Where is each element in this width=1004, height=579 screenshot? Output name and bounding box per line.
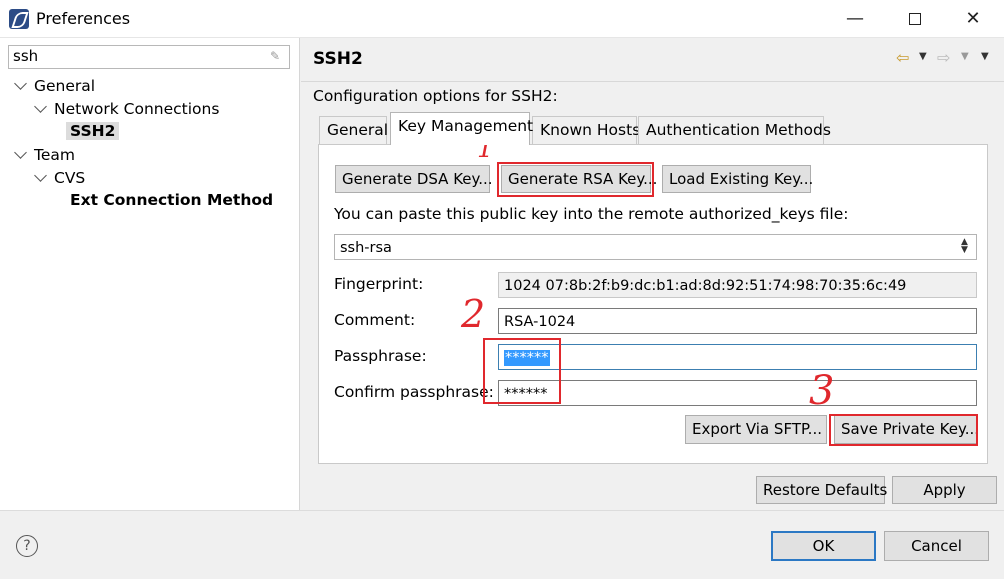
tree-item-team[interactable]: Team — [14, 146, 75, 164]
passphrase-label: Passphrase: — [334, 347, 427, 365]
preferences-tree-pane: ssh ✎ General Network Connections SSH2 T… — [0, 38, 300, 510]
chevron-down-icon[interactable] — [34, 100, 47, 113]
fingerprint-field: 1024 07:8b:2f:b9:dc:b1:ad:8d:92:51:74:98… — [498, 272, 977, 298]
annotation-mark-2: 2 — [461, 292, 486, 336]
passphrase-field[interactable]: ****** — [498, 344, 977, 370]
fingerprint-label: Fingerprint: — [334, 275, 424, 293]
annotation-mark-3: 3 — [809, 368, 835, 414]
chevron-down-icon[interactable] — [14, 77, 27, 90]
tree-item-cvs[interactable]: CVS — [34, 169, 85, 187]
title-bar: Preferences — ✕ — [0, 0, 1004, 38]
chevron-down-icon[interactable] — [34, 169, 47, 182]
forward-arrow-icon[interactable]: ⇨ — [937, 48, 950, 67]
chevron-down-icon[interactable] — [14, 146, 27, 159]
tab-known-hosts[interactable]: Known Hosts — [532, 116, 640, 144]
annotation-box-generate-rsa — [497, 162, 654, 197]
maximize-button[interactable] — [890, 0, 940, 38]
ok-button[interactable]: OK — [771, 531, 876, 561]
minimize-button[interactable]: — — [830, 0, 880, 38]
generate-dsa-key-button[interactable]: Generate DSA Key... — [335, 165, 493, 193]
annotation-box-passphrase — [483, 338, 561, 404]
comment-label: Comment: — [334, 311, 416, 329]
back-arrow-icon[interactable]: ⇦ — [896, 48, 909, 67]
tab-key-management[interactable]: Key Management — [390, 112, 533, 145]
tree-item-general[interactable]: General — [14, 77, 95, 95]
page-title: SSH2 — [313, 49, 363, 69]
tree-item-ssh2[interactable]: SSH2 — [66, 122, 120, 140]
eclipse-app-icon — [9, 9, 29, 29]
page-header: SSH2 ⇦ ▼ ⇨ ▼ ▼ — [301, 38, 1004, 82]
scroll-updown-icon[interactable]: ▲ ▼ — [961, 238, 968, 255]
load-existing-key-button[interactable]: Load Existing Key... — [662, 165, 813, 193]
public-key-hint: You can paste this public key into the r… — [334, 205, 849, 223]
tab-authentication-methods[interactable]: Authentication Methods — [638, 116, 831, 144]
restore-defaults-button[interactable]: Restore Defaults — [756, 476, 887, 504]
filter-input[interactable]: ssh — [8, 45, 290, 69]
tree-item-ext-connection-method[interactable]: Ext Connection Method — [70, 191, 273, 209]
comment-field[interactable]: RSA-1024 — [498, 308, 977, 334]
tab-general[interactable]: General — [319, 116, 388, 144]
forward-history-dropdown-icon[interactable]: ▼ — [961, 51, 969, 62]
maximize-icon — [909, 13, 921, 25]
confirm-passphrase-field[interactable]: ****** — [498, 380, 977, 406]
close-button[interactable]: ✕ — [948, 0, 998, 38]
clear-filter-icon[interactable]: ✎ — [270, 49, 284, 63]
back-history-dropdown-icon[interactable]: ▼ — [919, 51, 927, 62]
public-key-textarea[interactable]: ssh-rsa — [334, 234, 977, 260]
export-via-sftp-button[interactable]: Export Via SFTP... — [685, 415, 827, 444]
tree-item-network-connections[interactable]: Network Connections — [34, 100, 219, 118]
help-icon[interactable]: ? — [16, 535, 38, 557]
annotation-box-save-private-key — [829, 414, 978, 446]
dialog-button-bar: ? OK Cancel — [0, 510, 1004, 579]
preference-page: SSH2 ⇦ ▼ ⇨ ▼ ▼ Configuration options for… — [301, 38, 1004, 510]
window-title: Preferences — [36, 9, 131, 28]
cancel-button[interactable]: Cancel — [884, 531, 989, 561]
apply-button[interactable]: Apply — [892, 476, 997, 504]
confirm-passphrase-label: Confirm passphrase: — [334, 383, 494, 401]
page-description: Configuration options for SSH2: — [313, 87, 558, 105]
view-menu-icon[interactable]: ▼ — [981, 51, 989, 62]
